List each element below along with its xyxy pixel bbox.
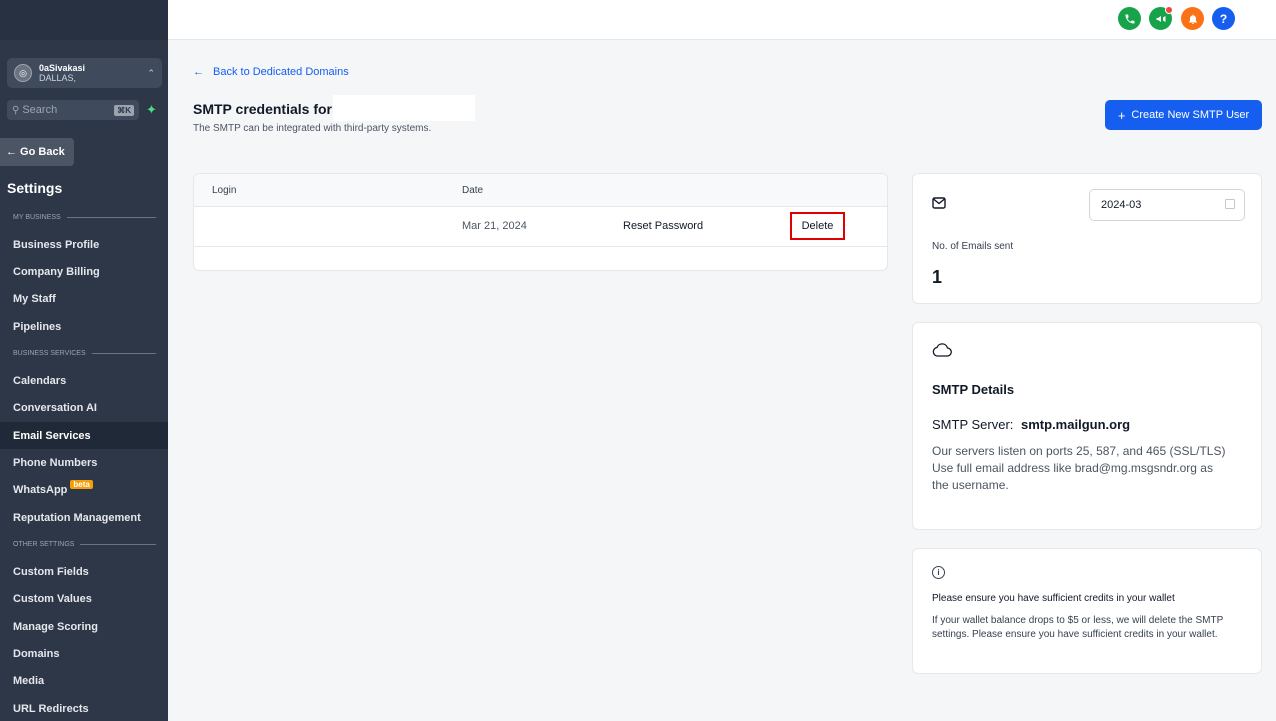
sidebar-item-conversation-ai[interactable]: Conversation AI [0,394,168,421]
sidebar-item-pipelines[interactable]: Pipelines [0,313,168,340]
account-info: 0aSivakasi DALLAS, [39,63,147,83]
emails-sent-count: 1 [932,267,943,287]
calendar-icon [1225,199,1235,209]
column-header-date: Date [462,185,484,196]
lightning-icon[interactable]: ✦ [146,102,157,118]
megaphone-icon [1156,15,1165,22]
table-header: Login Date [194,174,887,207]
sidebar-item-my-staff[interactable]: My Staff [0,285,168,312]
create-button-label: Create New SMTP User [1131,109,1250,121]
search-shortcut: ⌘K [114,104,134,116]
smtp-details-card: SMTP Details SMTP Server: smtp.mailgun.o… [912,322,1262,530]
back-to-dedicated-domains-link[interactable]: ← Back to Dedicated Domains [193,66,349,78]
search-icon: ⚲ [12,104,20,116]
smtp-users-table: Login Date Mar 21, 2024 Reset Password D… [193,173,888,271]
back-link-label: Back to Dedicated Domains [213,66,349,78]
sidebar-item-email-services[interactable]: Email Services [0,422,168,449]
settings-title: Settings [7,180,63,196]
sidebar-item-company-billing[interactable]: Company Billing [0,258,168,285]
sidebar-header [0,0,168,40]
page-title: SMTP credentials for [193,101,333,117]
info-icon: i [932,566,945,579]
smtp-server: SMTP Server: smtp.mailgun.org [932,417,1130,432]
sidebar-item-reputation-management[interactable]: Reputation Management [0,504,168,531]
account-switcher[interactable]: ◎ 0aSivakasi DALLAS, ⌃ [7,58,162,88]
smtp-server-value: smtp.mailgun.org [1021,417,1131,432]
smtp-username-text: Use full email address like brad@mg.msgs… [932,461,1213,492]
location-icon: ◎ [14,64,32,82]
sidebar-item-custom-fields[interactable]: Custom Fields [0,558,168,585]
cloud-icon [932,343,952,357]
arrow-left-icon: ← [193,66,204,78]
emails-sent-card: 2024-03 No. of Emails sent 1 [912,173,1262,304]
section-header-business-services: BUSINESS SERVICES [13,350,156,357]
page-subtitle: The SMTP can be integrated with third-pa… [193,123,432,134]
sidebar-item-media[interactable]: Media [0,667,168,694]
account-name: 0aSivakasi [39,63,86,73]
delete-button[interactable]: Delete [790,212,845,240]
notifications-button[interactable] [1181,7,1204,30]
sidebar-item-whatsapp[interactable]: WhatsApp beta [0,476,168,503]
go-back-button[interactable]: ← Go Back [0,138,74,166]
smtp-description: Our servers listen on ports 25, 587, and… [932,443,1232,494]
smtp-details-title: SMTP Details [932,382,1015,397]
phone-icon [1125,14,1134,23]
sidebar-item-business-profile[interactable]: Business Profile [0,231,168,258]
chevron-updown-icon: ⌃ [147,67,155,78]
smtp-ports-text: Our servers listen on ports 25, 587, and… [932,444,1226,458]
whatsapp-label: WhatsApp [13,483,68,496]
row-date: Mar 21, 2024 [462,220,527,232]
sidebar: ◎ 0aSivakasi DALLAS, ⌃ ⚲ Search ⌘K ✦ ← G… [0,0,168,721]
top-bar: ? [168,0,1276,40]
wallet-warning-description: If your wallet balance drops to $5 or le… [932,615,1224,640]
wallet-warning-title: Please ensure you have sufficient credit… [932,593,1175,604]
month-picker[interactable]: 2024-03 [1089,189,1245,221]
emails-sent-label: No. of Emails sent [932,241,1014,252]
section-header-my-business: MY BUSINESS [13,214,156,221]
sidebar-item-url-redirects[interactable]: URL Redirects [0,695,168,721]
column-header-login: Login [212,185,237,196]
beta-badge: beta [70,480,93,489]
sidebar-item-domains[interactable]: Domains [0,640,168,667]
month-value: 2024-03 [1101,199,1142,211]
sidebar-item-calendars[interactable]: Calendars [0,367,168,394]
announcements-button[interactable] [1149,6,1173,30]
sidebar-item-custom-values[interactable]: Custom Values [0,585,168,612]
help-icon: ? [1219,11,1228,26]
sidebar-item-phone-numbers[interactable]: Phone Numbers [0,449,168,476]
mail-icon [932,197,946,209]
create-smtp-user-button[interactable]: + Create New SMTP User [1105,100,1262,130]
wallet-warning-card: i Please ensure you have sufficient cred… [912,548,1262,674]
plus-icon: + [1117,107,1126,123]
search-input[interactable]: ⚲ Search ⌘K [7,100,139,120]
search-placeholder: Search [22,104,58,116]
smtp-server-label: SMTP Server: [932,417,1014,432]
phone-button[interactable] [1118,7,1141,30]
sidebar-item-manage-scoring[interactable]: Manage Scoring [0,613,168,640]
section-header-other-settings: OTHER SETTINGS [13,541,156,548]
account-location: DALLAS, [39,73,77,83]
reset-password-button[interactable]: Reset Password [623,220,703,232]
domain-name-redacted [333,95,475,121]
bell-icon [1188,14,1197,24]
notification-dot [1165,6,1173,14]
help-button[interactable]: ? [1212,7,1235,30]
table-row: Mar 21, 2024 Reset Password Delete [194,207,887,247]
